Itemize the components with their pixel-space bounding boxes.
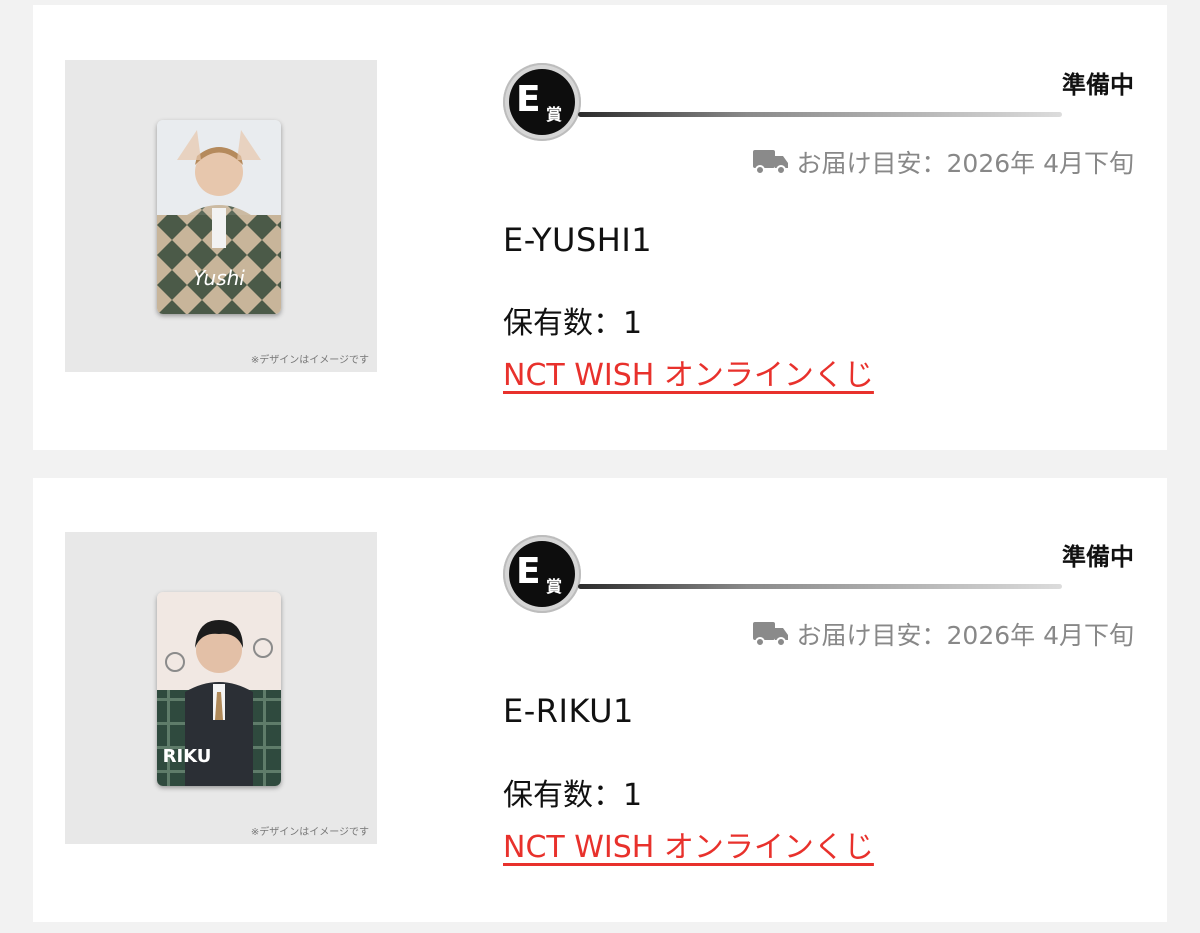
item-thumbnail: Yushi ※デザインはイメージです: [65, 60, 377, 372]
image-caption: ※デザインはイメージです: [250, 355, 369, 366]
item-name: E-YUSHI1: [503, 221, 653, 259]
shipping-progress-line: [578, 112, 1062, 117]
shipping-progress-line: [578, 584, 1062, 589]
card-name-label: RIKU: [163, 746, 212, 767]
prize-rank-badge: E 賞: [503, 535, 581, 613]
truck-icon: [752, 622, 788, 647]
photo-card-image: Yushi: [157, 120, 281, 314]
delivery-estimate: お届け目安：2026年 4月下旬: [752, 616, 1134, 652]
item-thumbnail: RIKU ※デザインはイメージです: [65, 532, 377, 844]
lottery-link[interactable]: NCT WISH オンラインくじ: [503, 350, 874, 394]
delivery-estimate: お届け目安：2026年 4月下旬: [752, 144, 1134, 180]
image-caption: ※デザインはイメージです: [250, 827, 369, 838]
status-label: 準備中: [1062, 71, 1134, 99]
prize-item-card: Yushi ※デザインはイメージです E 賞 準備中 お届け目安：2026年 4…: [33, 5, 1167, 450]
card-name-label: Yushi: [193, 266, 245, 290]
prize-kanji: 賞: [546, 105, 563, 124]
prize-kanji: 賞: [546, 577, 563, 596]
prize-letter: E: [516, 551, 541, 592]
item-name: E-RIKU1: [503, 692, 634, 730]
quantity-owned: 保有数：1: [503, 306, 643, 341]
prize-rank-badge: E 賞: [503, 63, 581, 141]
prize-letter: E: [516, 79, 541, 120]
delivery-text: お届け目安：2026年 4月下旬: [796, 149, 1134, 178]
delivery-text: お届け目安：2026年 4月下旬: [796, 621, 1134, 650]
lottery-link[interactable]: NCT WISH オンラインくじ: [503, 822, 874, 866]
status-label: 準備中: [1062, 543, 1134, 571]
photo-card-image: RIKU: [157, 592, 281, 786]
prize-item-card: RIKU ※デザインはイメージです E 賞 準備中 お届け目安：2026年 4月…: [33, 478, 1167, 922]
quantity-owned: 保有数：1: [503, 778, 643, 813]
truck-icon: [752, 150, 788, 175]
